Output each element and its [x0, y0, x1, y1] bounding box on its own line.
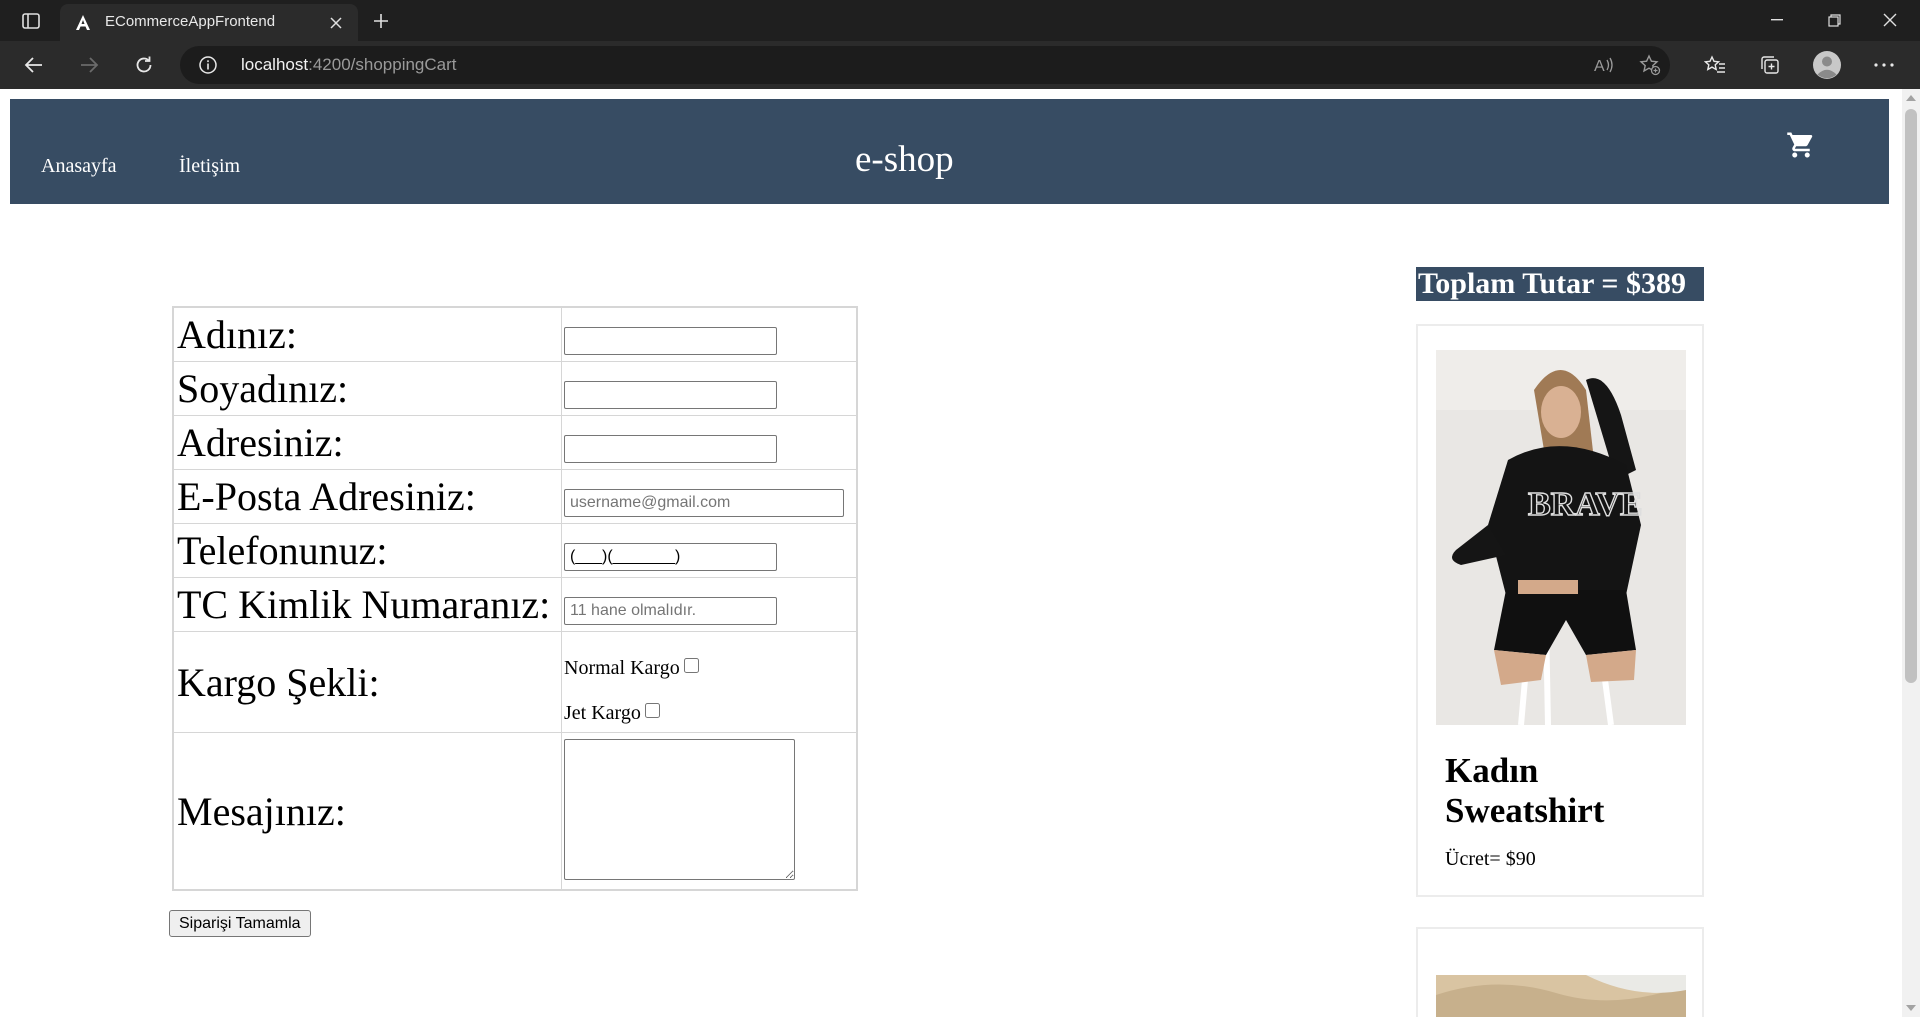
phone-cell — [561, 523, 857, 578]
favorites-icon[interactable] — [1697, 48, 1733, 82]
form-row-tc: TC Kimlik Numaranız: — [173, 577, 857, 632]
tc-label: TC Kimlik Numaranız: — [173, 577, 562, 632]
firstname-cell — [561, 307, 857, 362]
svg-text:BRAVE: BRAVE — [1528, 486, 1643, 523]
form-row-firstname: Adınız: — [173, 307, 857, 362]
product-card[interactable]: BRAVE Kadın Sweatshirt Ücret= $90 — [1416, 324, 1704, 897]
lastname-cell — [561, 361, 857, 416]
browser-toolbar: localhost:4200/shoppingCart A — [0, 41, 1920, 89]
tc-cell — [561, 577, 857, 632]
order-form-table: Adınız: Soyadınız: Adresiniz: E-Posta Ad… — [173, 307, 857, 890]
shipping-label: Kargo Şekli: — [173, 631, 562, 733]
form-row-shipping: Kargo Şekli: Normal Kargo Jet Kargo — [173, 631, 857, 733]
site-info-icon[interactable] — [198, 55, 218, 75]
lastname-label: Soyadınız: — [173, 361, 562, 416]
site-header: Anasayfa İletişim e-shop — [10, 99, 1889, 204]
email-input[interactable] — [564, 488, 844, 517]
collections-icon[interactable] — [1752, 48, 1788, 82]
browser-tab-bar: ECommerceAppFrontend — [0, 0, 1920, 41]
browser-tab[interactable]: ECommerceAppFrontend — [60, 4, 358, 41]
shipping-cell: Normal Kargo Jet Kargo — [561, 631, 857, 733]
shopping-cart-icon[interactable] — [1786, 130, 1816, 160]
back-icon[interactable] — [16, 48, 52, 82]
form-row-message: Mesajınız: — [173, 732, 857, 890]
shipping-option-normal: Normal Kargo — [564, 657, 856, 680]
shipping-option-jet-label: Jet Kargo — [564, 702, 641, 724]
product-name: Kadın Sweatshirt — [1445, 751, 1605, 830]
nav-link-home[interactable]: Anasayfa — [41, 155, 117, 178]
product-price: Ücret= $90 — [1445, 848, 1536, 870]
form-row-lastname: Soyadınız: — [173, 361, 857, 416]
address-input[interactable] — [564, 434, 777, 463]
form-row-address: Adresiniz: — [173, 415, 857, 470]
svg-text:A: A — [1594, 58, 1605, 74]
profile-avatar-icon[interactable] — [1809, 48, 1845, 82]
brand-title: e-shop — [855, 139, 954, 180]
url-text[interactable]: localhost:4200/shoppingCart — [241, 55, 457, 75]
more-menu-icon[interactable] — [1866, 48, 1902, 82]
email-label: E-Posta Adresiniz: — [173, 469, 562, 524]
address-bar[interactable]: localhost:4200/shoppingCart A — [180, 46, 1670, 84]
page-viewport: Anasayfa İletişim e-shop Adınız: Soyadın… — [0, 89, 1920, 1017]
shipping-option-jet: Jet Kargo — [564, 702, 856, 725]
message-label: Mesajınız: — [173, 732, 562, 890]
refresh-icon[interactable] — [126, 48, 162, 82]
nav-link-contact[interactable]: İletişim — [179, 155, 240, 178]
form-row-phone: Telefonunuz: — [173, 523, 857, 578]
address-label: Adresiniz: — [173, 415, 562, 470]
cart-total: Toplam Tutar = $389 — [1416, 267, 1704, 301]
tab-actions-icon[interactable] — [14, 7, 48, 34]
message-textarea[interactable] — [564, 739, 795, 880]
scroll-up-arrow-icon[interactable] — [1906, 95, 1916, 101]
forward-icon[interactable] — [71, 48, 107, 82]
phone-input[interactable] — [564, 542, 777, 571]
new-tab-icon[interactable] — [366, 7, 396, 35]
tc-input[interactable] — [564, 596, 777, 625]
complete-order-button[interactable]: Siparişi Tamamla — [169, 910, 311, 937]
message-cell — [561, 732, 857, 890]
form-row-email: E-Posta Adresiniz: — [173, 469, 857, 524]
url-host: localhost — [241, 55, 309, 74]
order-form: Adınız: Soyadınız: Adresiniz: E-Posta Ad… — [172, 306, 858, 891]
product-image — [1436, 975, 1686, 1017]
firstname-label: Adınız: — [173, 307, 562, 362]
shipping-option-normal-label: Normal Kargo — [564, 657, 680, 679]
tab-close-icon[interactable] — [324, 11, 348, 35]
page-scrollbar[interactable] — [1902, 89, 1920, 1017]
url-path: :4200/shoppingCart — [308, 55, 457, 74]
product-image: BRAVE — [1436, 350, 1686, 725]
jet-cargo-checkbox[interactable] — [644, 703, 660, 718]
phone-label: Telefonunuz: — [173, 523, 562, 578]
lastname-input[interactable] — [564, 380, 777, 409]
firstname-input[interactable] — [564, 326, 777, 355]
close-window-icon[interactable] — [1862, 0, 1918, 40]
scrollbar-thumb[interactable] — [1905, 109, 1917, 683]
tab-title: ECommerceAppFrontend — [105, 13, 276, 30]
email-cell — [561, 469, 857, 524]
read-aloud-icon[interactable]: A — [1587, 48, 1623, 82]
address-cell — [561, 415, 857, 470]
restore-icon[interactable] — [1806, 0, 1862, 40]
minimize-icon[interactable] — [1749, 0, 1805, 40]
scroll-down-arrow-icon[interactable] — [1906, 1005, 1916, 1011]
add-favorite-icon[interactable] — [1632, 48, 1668, 82]
angular-favicon-icon — [74, 14, 92, 32]
normal-cargo-checkbox[interactable] — [683, 658, 699, 673]
product-card[interactable] — [1416, 927, 1704, 1017]
